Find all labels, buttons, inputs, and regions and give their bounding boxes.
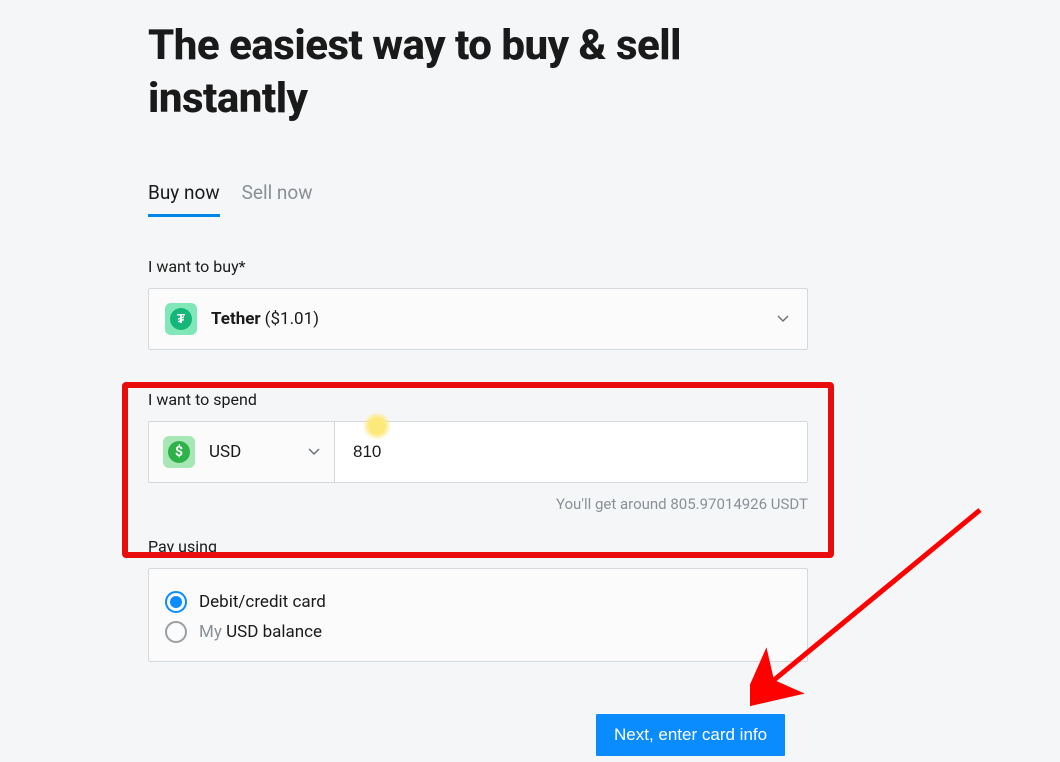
caret-down-icon: [308, 448, 320, 456]
currency-label: USD: [209, 442, 241, 462]
page-title: The easiest way to buy & sell instantly: [148, 20, 808, 125]
spend-section: I want to spend $ USD You'll get around …: [148, 390, 808, 513]
tabs: Buy now Sell now: [148, 181, 808, 217]
form-container: The easiest way to buy & sell instantly …: [148, 0, 808, 662]
tab-buy-now[interactable]: Buy now: [148, 181, 220, 217]
buy-label: I want to buy*: [148, 257, 808, 276]
tether-icon: ₮: [165, 303, 197, 335]
balance-currency: USD balance: [226, 622, 322, 642]
radio-checked-icon: [165, 591, 187, 613]
estimate-text: You'll get around 805.97014926 USDT: [148, 495, 808, 513]
amount-input-wrap: [335, 422, 807, 482]
next-button[interactable]: Next, enter card info: [596, 714, 785, 756]
tether-glyph: ₮: [170, 308, 192, 330]
coin-name: Tether: [211, 309, 261, 329]
spend-label: I want to spend: [148, 390, 808, 409]
pay-option-card-label: Debit/credit card: [199, 592, 326, 612]
coin-select[interactable]: ₮ Tether ($1.01): [148, 288, 808, 350]
balance-prefix: My: [199, 622, 226, 642]
caret-down-icon: [777, 315, 789, 323]
spend-row: $ USD: [148, 421, 808, 483]
usd-icon: $: [163, 436, 195, 468]
tab-sell-now[interactable]: Sell now: [242, 181, 313, 217]
pay-option-card[interactable]: Debit/credit card: [165, 587, 791, 617]
currency-select[interactable]: $ USD: [149, 422, 335, 482]
amount-input[interactable]: [353, 442, 789, 462]
usd-glyph: $: [168, 441, 190, 463]
pay-option-balance-label: My USD balance: [199, 622, 322, 642]
pay-option-balance[interactable]: My USD balance: [165, 617, 791, 647]
pay-using-box: Debit/credit card My USD balance: [148, 568, 808, 662]
pay-label: Pay using: [148, 537, 808, 556]
radio-unchecked-icon: [165, 621, 187, 643]
coin-price: ($1.01): [265, 309, 319, 329]
